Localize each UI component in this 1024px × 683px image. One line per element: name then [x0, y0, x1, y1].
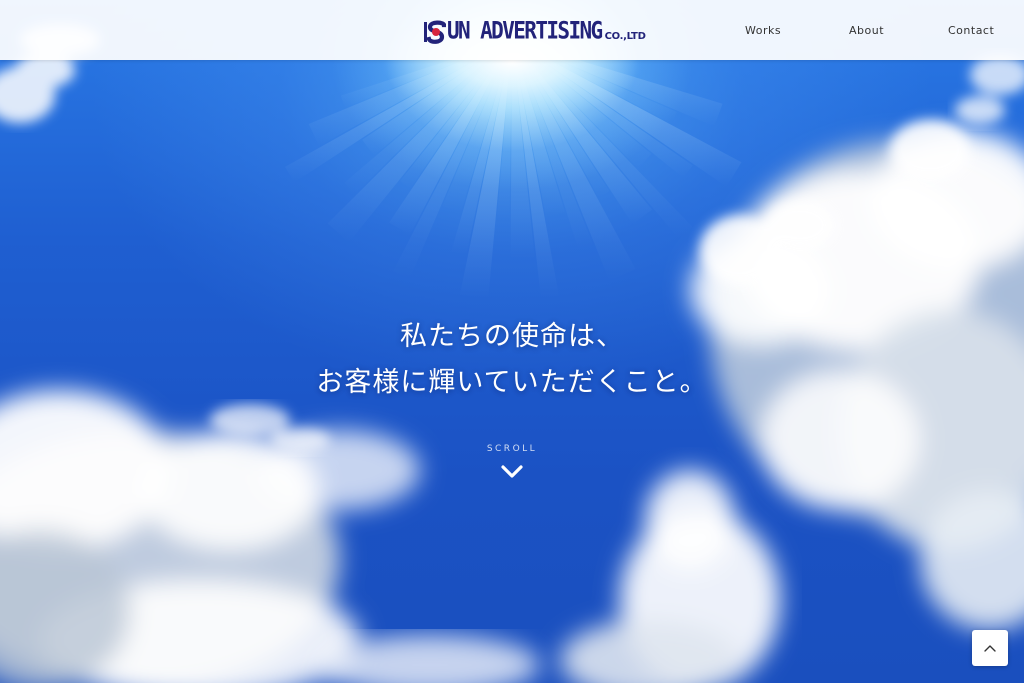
hero-tagline-line1: 私たちの使命は、	[400, 321, 624, 352]
page: UN ADVERTISING CO.,LTD Works About Conta…	[0, 0, 1024, 683]
hero-tagline: 私たちの使命は、 お客様に輝いていただくこと。	[0, 314, 1024, 406]
chevron-up-icon	[984, 645, 996, 652]
site-logo[interactable]: UN ADVERTISING CO.,LTD	[424, 16, 646, 44]
chevron-down-icon	[501, 465, 523, 478]
sun-logo-mark-icon	[424, 20, 446, 44]
site-header: UN ADVERTISING CO.,LTD Works About Conta…	[0, 0, 1024, 60]
hero-tagline-line2: お客様に輝いていただくこと。	[316, 367, 708, 398]
nav-link-works[interactable]: Works	[745, 24, 781, 38]
logo-suffix: CO.,LTD	[604, 31, 646, 42]
back-to-top-button[interactable]	[972, 630, 1008, 666]
scroll-label: SCROLL	[486, 444, 538, 454]
nav-link-about[interactable]: About	[849, 24, 884, 38]
logo-text: UN ADVERTISING	[447, 16, 603, 44]
scroll-down-link[interactable]: SCROLL	[462, 443, 562, 479]
nav-link-contact[interactable]: Contact	[948, 24, 994, 38]
